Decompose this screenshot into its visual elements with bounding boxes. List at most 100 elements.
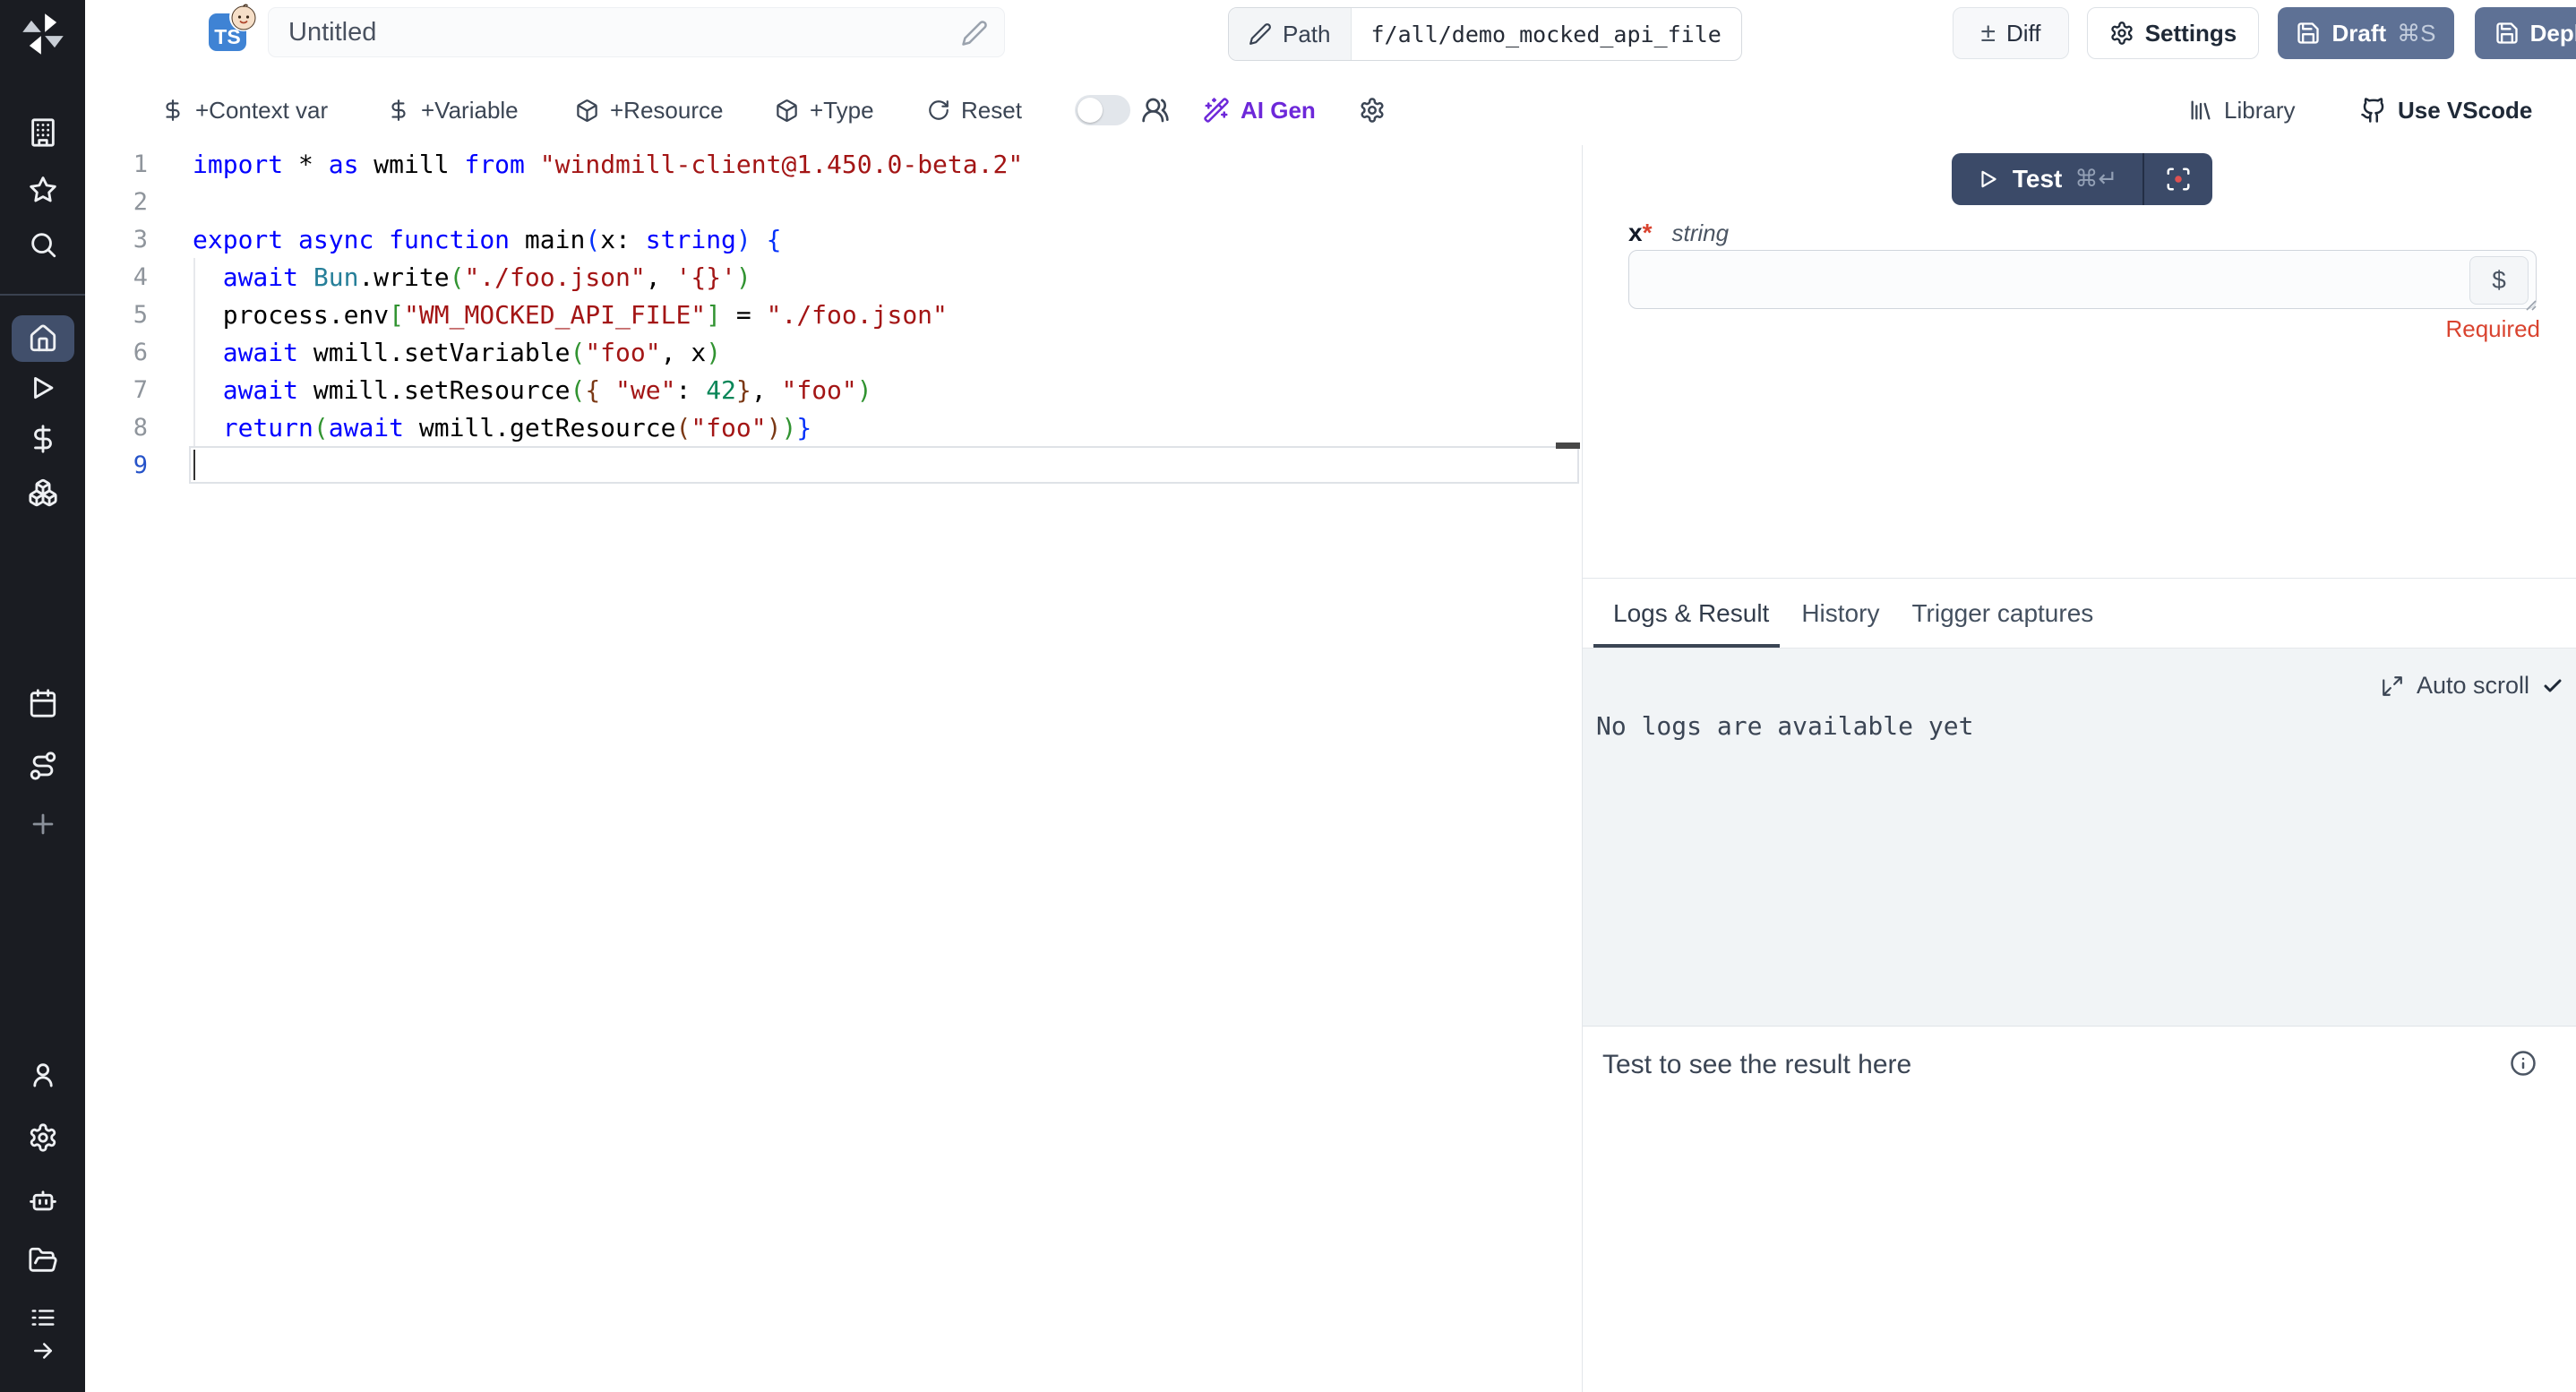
code-line[interactable]: 3export async function main(x: string) { xyxy=(85,220,1582,258)
path-value[interactable]: f/all/demo_mocked_api_file xyxy=(1352,8,1741,60)
text-cursor xyxy=(193,450,195,480)
result-placeholder: Test to see the result here xyxy=(1602,1050,1911,1080)
dollar-icon xyxy=(161,99,185,122)
test-button[interactable]: Test ⌘↵ xyxy=(1952,165,2142,193)
code-line[interactable]: 9 xyxy=(85,446,1582,484)
expand-icon xyxy=(2381,675,2404,698)
required-warning: Required xyxy=(2445,315,2540,343)
resources-cubes-icon[interactable] xyxy=(0,477,85,508)
diff-button[interactable]: ± Diff xyxy=(1953,7,2069,59)
diff-icon: ± xyxy=(1981,18,1996,48)
capture-frame-icon xyxy=(2165,166,2192,193)
test-button-group: Test ⌘↵ xyxy=(1952,153,2212,205)
line-number: 1 xyxy=(85,150,193,178)
add-type-button[interactable]: +Type xyxy=(775,76,874,144)
code-line[interactable]: 5 process.env["WM_MOCKED_API_FILE"] = ".… xyxy=(85,296,1582,333)
code-line[interactable]: 2 xyxy=(85,183,1582,220)
library-icon xyxy=(2188,98,2213,123)
draft-button[interactable]: Draft ⌘S xyxy=(2278,7,2454,59)
argument-type: string xyxy=(1671,219,1729,246)
line-number: 6 xyxy=(85,339,193,366)
code-line[interactable]: 1import * as wmill from "windmill-client… xyxy=(85,145,1582,183)
dollar-icon xyxy=(387,99,410,122)
users-icon xyxy=(1141,96,1170,125)
deploy-button[interactable]: Deploy xyxy=(2475,7,2576,59)
editor-toolbar: +Context var +Variable +Resource +Type R… xyxy=(85,76,2576,146)
toggle-switch[interactable] xyxy=(1075,95,1130,125)
save-floppy-icon xyxy=(2296,21,2321,46)
wand-sparkles-icon xyxy=(1203,97,1230,124)
line-number: 5 xyxy=(85,301,193,329)
workspace-building-icon[interactable] xyxy=(0,117,85,148)
reset-button[interactable]: Reset xyxy=(927,76,1022,144)
folders-icon[interactable] xyxy=(0,1245,85,1276)
script-title: Untitled xyxy=(288,18,376,47)
capture-button[interactable] xyxy=(2144,166,2212,193)
logs-area: Auto scroll No logs are available yet xyxy=(1583,649,2576,1026)
code-editor[interactable]: 1import * as wmill from "windmill-client… xyxy=(85,145,1582,1392)
tab-trigger-captures[interactable]: Trigger captures xyxy=(1895,579,2109,648)
path-label: Path xyxy=(1229,8,1352,60)
baby-emoji-badge xyxy=(228,2,259,32)
line-number: 4 xyxy=(85,263,193,291)
add-context-var-button[interactable]: +Context var xyxy=(161,76,328,144)
multiplayer-toggle[interactable] xyxy=(1075,76,1170,144)
sidebar-divider xyxy=(0,294,85,296)
sidebar xyxy=(0,0,85,1392)
flows-route-icon[interactable] xyxy=(0,751,85,781)
info-icon[interactable] xyxy=(2510,1050,2537,1077)
edit-title-pencil-icon[interactable] xyxy=(961,20,988,47)
editor-settings-gear-icon[interactable] xyxy=(1359,76,1386,144)
save-floppy-icon xyxy=(2494,21,2520,46)
overview-ruler-cursor-marker xyxy=(1556,443,1580,449)
arg-x-input[interactable] xyxy=(1629,251,2536,308)
resize-handle[interactable] xyxy=(2521,296,2537,312)
tab-history[interactable]: History xyxy=(1785,579,1895,648)
path-button[interactable]: Path f/all/demo_mocked_api_file xyxy=(1228,7,1742,61)
windmill-logo-icon[interactable] xyxy=(0,11,85,57)
package-icon xyxy=(575,99,599,123)
package-icon xyxy=(775,99,799,123)
edit-path-pencil-icon xyxy=(1249,22,1272,46)
add-resource-button[interactable]: +Resource xyxy=(575,76,723,144)
auto-scroll-toggle[interactable]: Auto scroll xyxy=(2381,672,2563,700)
tab-logs-result[interactable]: Logs & Result xyxy=(1583,579,1785,648)
code-line[interactable]: 7 await wmill.setResource({ "we": 42}, "… xyxy=(85,371,1582,408)
user-account-icon[interactable] xyxy=(0,1060,85,1090)
line-number: 2 xyxy=(85,188,193,216)
add-plus-icon[interactable] xyxy=(0,809,85,839)
github-icon xyxy=(2360,97,2387,124)
argument-input-wrapper: $ xyxy=(1628,250,2537,309)
library-button[interactable]: Library xyxy=(2188,76,2295,144)
audit-list-icon[interactable] xyxy=(0,1304,85,1331)
line-number: 7 xyxy=(85,376,193,404)
favorites-star-icon[interactable] xyxy=(0,175,85,205)
result-tabs: Logs & Result History Trigger captures xyxy=(1583,579,2576,649)
variables-dollar-icon[interactable] xyxy=(0,424,85,454)
workers-robot-icon[interactable] xyxy=(0,1185,85,1216)
home-icon[interactable] xyxy=(0,323,85,354)
add-variable-button[interactable]: +Variable xyxy=(387,76,519,144)
run-preview-panel: Test ⌘↵ x*string $ Required Logs xyxy=(1583,145,2576,1392)
schedules-calendar-icon[interactable] xyxy=(0,688,85,718)
line-number: 3 xyxy=(85,226,193,253)
collapse-arrow-right-icon[interactable] xyxy=(0,1337,85,1364)
code-line[interactable]: 6 await wmill.setVariable("foo", x) xyxy=(85,333,1582,371)
ai-gen-button[interactable]: AI Gen xyxy=(1203,76,1316,144)
indent-guide xyxy=(193,258,195,446)
insert-variable-dollar-button[interactable]: $ xyxy=(2469,256,2529,305)
windmill-script-editor: TS Untitled Path f/all/demo_mocked_api_f xyxy=(0,0,2576,1392)
result-area: Test to see the result here xyxy=(1583,1026,2576,1392)
test-shortcut: ⌘↵ xyxy=(2074,166,2117,193)
play-icon xyxy=(1977,168,2000,191)
use-vscode-button[interactable]: Use VScode xyxy=(2360,76,2532,144)
runs-play-icon[interactable] xyxy=(0,373,85,403)
search-icon[interactable] xyxy=(0,229,85,260)
settings-button[interactable]: Settings xyxy=(2087,7,2259,59)
line-number: 8 xyxy=(85,414,193,442)
script-title-field[interactable]: Untitled xyxy=(268,7,1005,57)
code-line[interactable]: 4 await Bun.write("./foo.json", '{}') xyxy=(85,258,1582,296)
code-line[interactable]: 8 return(await wmill.getResource("foo"))… xyxy=(85,408,1582,446)
settings-gear-icon[interactable] xyxy=(0,1122,85,1153)
required-asterisk: * xyxy=(1643,219,1653,246)
